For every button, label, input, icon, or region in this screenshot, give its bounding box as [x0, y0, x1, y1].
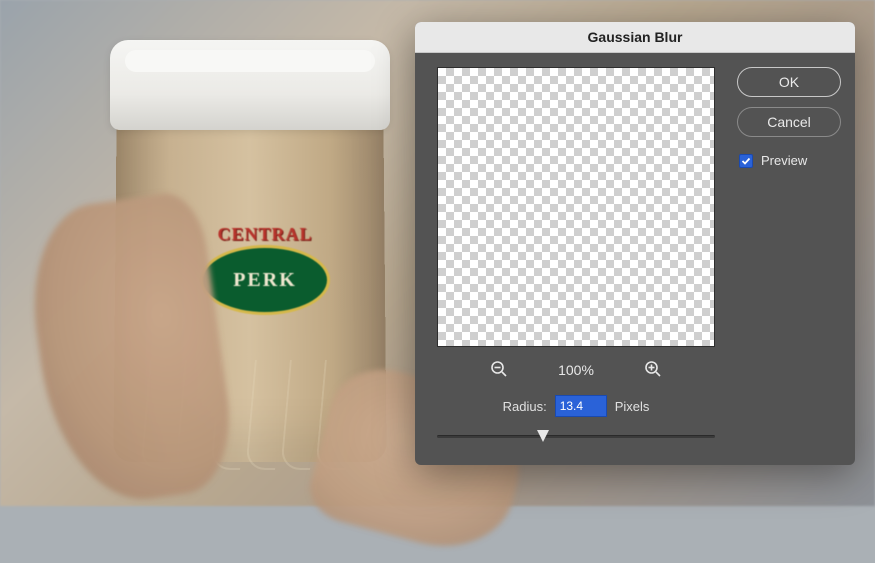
logo-text-bottom: PERK: [233, 269, 297, 292]
dialog-left-column: 100% Radius: Pixels: [429, 67, 723, 451]
logo-text-top: CENTRAL: [190, 224, 340, 245]
filter-preview-area[interactable]: [437, 67, 715, 347]
preview-checkbox-label: Preview: [761, 153, 807, 168]
zoom-in-icon: [644, 360, 662, 381]
radius-input[interactable]: [555, 395, 607, 417]
gaussian-blur-dialog: Gaussian Blur 100%: [415, 22, 855, 465]
ok-button[interactable]: OK: [737, 67, 841, 97]
dialog-body: 100% Radius: Pixels: [415, 53, 855, 465]
zoom-level-display: 100%: [548, 362, 604, 378]
radius-label: Radius:: [503, 399, 547, 414]
radius-control-row: Radius: Pixels: [503, 395, 650, 417]
dialog-title: Gaussian Blur: [415, 22, 855, 53]
slider-track: [437, 435, 715, 438]
preview-checkbox[interactable]: [739, 154, 753, 168]
zoom-out-button[interactable]: [488, 359, 510, 381]
cup-lid: [110, 40, 390, 130]
radius-units-label: Pixels: [615, 399, 650, 414]
zoom-in-button[interactable]: [642, 359, 664, 381]
dialog-right-column: OK Cancel Preview: [737, 67, 841, 451]
zoom-controls: 100%: [488, 359, 664, 381]
coffee-cup-image: PERK CENTRAL: [60, 40, 420, 480]
slider-thumb[interactable]: [537, 430, 549, 442]
preview-checkbox-row: Preview: [737, 153, 841, 168]
checkmark-icon: [741, 156, 751, 166]
cancel-button[interactable]: Cancel: [737, 107, 841, 137]
radius-slider[interactable]: [437, 427, 715, 451]
zoom-out-icon: [490, 360, 508, 381]
